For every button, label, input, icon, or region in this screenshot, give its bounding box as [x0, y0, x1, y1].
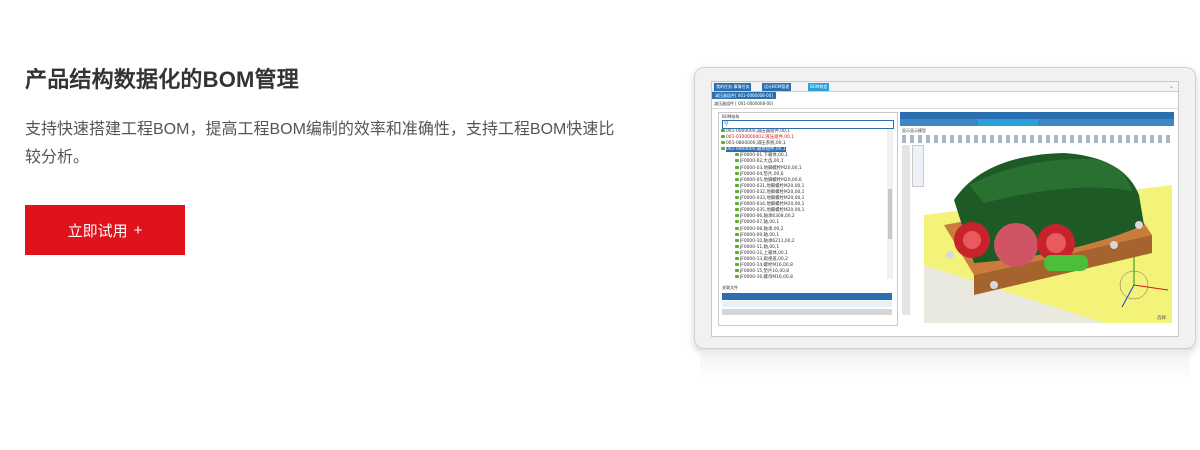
description-text: 支持快速搭建工程BOM，提高工程BOM编制的效率和准确性，支持工程BOM快速比较…: [25, 121, 615, 166]
tree-item-label: JF0000-02,大齿,00,1: [740, 159, 784, 165]
viewer-tab-active: [978, 119, 1038, 126]
viewer-toolbar: [902, 135, 1174, 143]
part-icon: [735, 183, 739, 187]
part-icon: [735, 153, 739, 157]
tree-item-label: JF0000-15,垫片16,00,8: [740, 269, 790, 275]
model-viewer-panel: 显示显示模型 选择: [900, 112, 1174, 324]
part-icon: [735, 275, 739, 279]
related-files-title: 关联文件: [722, 285, 738, 290]
chevron-down-icon: ⌄: [1168, 83, 1174, 90]
part-icon: [735, 226, 739, 230]
app-screenshot: 我的任务-事情任务 设计BOM管理 BOM构造 ⌄ 减压器组件[ 001-000…: [711, 81, 1179, 337]
part-icon: [735, 214, 739, 218]
part-icon: [735, 189, 739, 193]
tree-item-label: JF0000-05,地脚螺栓M20,00,6: [740, 177, 802, 183]
tree-item-label: 001-0100000002,液压组件,00,1: [726, 135, 795, 141]
tree-item-label: JF0000-08,轴承,00,2: [740, 226, 784, 232]
related-files-scrollbar: [722, 309, 892, 315]
viewer-tabs-top: [900, 112, 1174, 119]
related-files-row: [722, 301, 892, 307]
tree-item: JF0000-16,螺母M16,00,8: [721, 275, 885, 279]
show-model-checkbox: 显示显示模型: [902, 128, 926, 133]
part-icon: [735, 244, 739, 248]
tree-item-label: JF0000-09,轴,00,1: [740, 232, 780, 238]
tree-item-label: JF0000-14,螺栓M16,00,8: [740, 263, 793, 269]
bom-tree: 001-0000000,减压器组件,00,1 001-0100000002,液压组…: [721, 129, 885, 279]
part-icon: [735, 238, 739, 242]
window-tab-bom-design: 设计BOM管理: [762, 83, 792, 91]
tree-item-label: JF0000-16,螺母M16,00,8: [740, 275, 793, 279]
viewer-mini-tabs: [912, 145, 924, 187]
tree-item-label: JF0000-03,地脚螺栓M20,00,1: [740, 165, 802, 171]
monitor-reflection: [700, 350, 1190, 382]
window-tabbar: 我的任务-事情任务 设计BOM管理 BOM构造 ⌄: [712, 82, 1178, 92]
tree-item-label: JF0000-034,地脚螺栓M20,00,1: [740, 202, 805, 208]
3d-viewport: 选择: [924, 145, 1172, 323]
product-screenshot-frame: 我的任务-事情任务 设计BOM管理 BOM构造 ⌄ 减压器组件[ 001-000…: [694, 67, 1196, 349]
tree-search-input: ⚲: [722, 120, 894, 129]
part-icon: [721, 141, 725, 145]
tree-item-label: JF0000-13,窥视盖,00,2: [740, 256, 788, 262]
tree-item-label: JF0000-10,轴承6211,00,2: [740, 238, 795, 244]
part-icon: [735, 256, 739, 260]
part-icon: [735, 220, 739, 224]
tree-scrollbar: [887, 129, 893, 279]
part-icon: [721, 147, 725, 151]
tree-item-label: JF0000-04,垫片,00,6: [740, 171, 784, 177]
tree-item-label: JF0000-032,地脚螺栓M20,00,1: [740, 189, 805, 195]
window-tab-bom-build: BOM构造: [808, 83, 830, 91]
tree-item-label: 001-0900000,箱体组件,00,1: [726, 147, 786, 153]
part-icon: [735, 232, 739, 236]
related-files-header: [722, 293, 892, 300]
part-icon: [735, 250, 739, 254]
part-icon: [735, 177, 739, 181]
part-icon: [721, 129, 725, 132]
part-icon: [735, 202, 739, 206]
part-icon: [735, 165, 739, 169]
viewer-status-label: 选择: [1157, 316, 1166, 321]
part-icon: [735, 196, 739, 200]
gearbox-model-image: [924, 153, 1172, 323]
part-icon: [735, 269, 739, 273]
try-now-button[interactable]: 立即试用 +: [25, 205, 185, 255]
viewer-side-strip: [902, 145, 910, 315]
object-path: 减压器组件 [ 001-0000008-00]: [712, 100, 1178, 109]
try-now-label: 立即试用: [67, 222, 128, 240]
part-icon: [735, 208, 739, 212]
tree-item-label: 001-0000000,减压器组件,00,1: [726, 129, 791, 134]
page-title: 产品结构数据化的BOM管理: [25, 67, 299, 92]
part-icon: [735, 159, 739, 163]
bom-structure-panel: BOM结构 ⚲ 001-0000000,减压器组件,00,1 001-010000…: [718, 112, 898, 326]
tree-item-label: JF0000-12,上箱体,00,1: [740, 250, 788, 256]
tree-item-label: JF0000-11,轴,00,1: [740, 244, 780, 250]
tree-item-label: JF0000-01,下箱体,00,1: [740, 153, 788, 159]
part-icon: [735, 171, 739, 175]
tree-item-label: 001-0800000,减压系统,00,1: [726, 141, 786, 147]
tree-item-label: JF0000-035,地脚螺栓M20,00,1: [740, 208, 805, 214]
search-icon: ⚲: [724, 120, 729, 127]
part-icon: [735, 263, 739, 267]
part-icon: [721, 135, 725, 139]
tree-item-label: JF0000-06,轴承6308,00,2: [740, 214, 795, 220]
window-tab-tasks: 我的任务-事情任务: [714, 83, 752, 91]
tree-item-label: JF0000-07,轴,00,1: [740, 220, 780, 226]
tree-item-label: JF0000-031,地脚螺栓M20,00,1: [740, 183, 805, 189]
tree-item-label: JF0000-033,地脚螺栓M20,00,1: [740, 196, 805, 202]
sub-tab: 减压器组件[ 001-0000008-00]: [712, 92, 776, 99]
plus-icon: +: [133, 221, 143, 239]
